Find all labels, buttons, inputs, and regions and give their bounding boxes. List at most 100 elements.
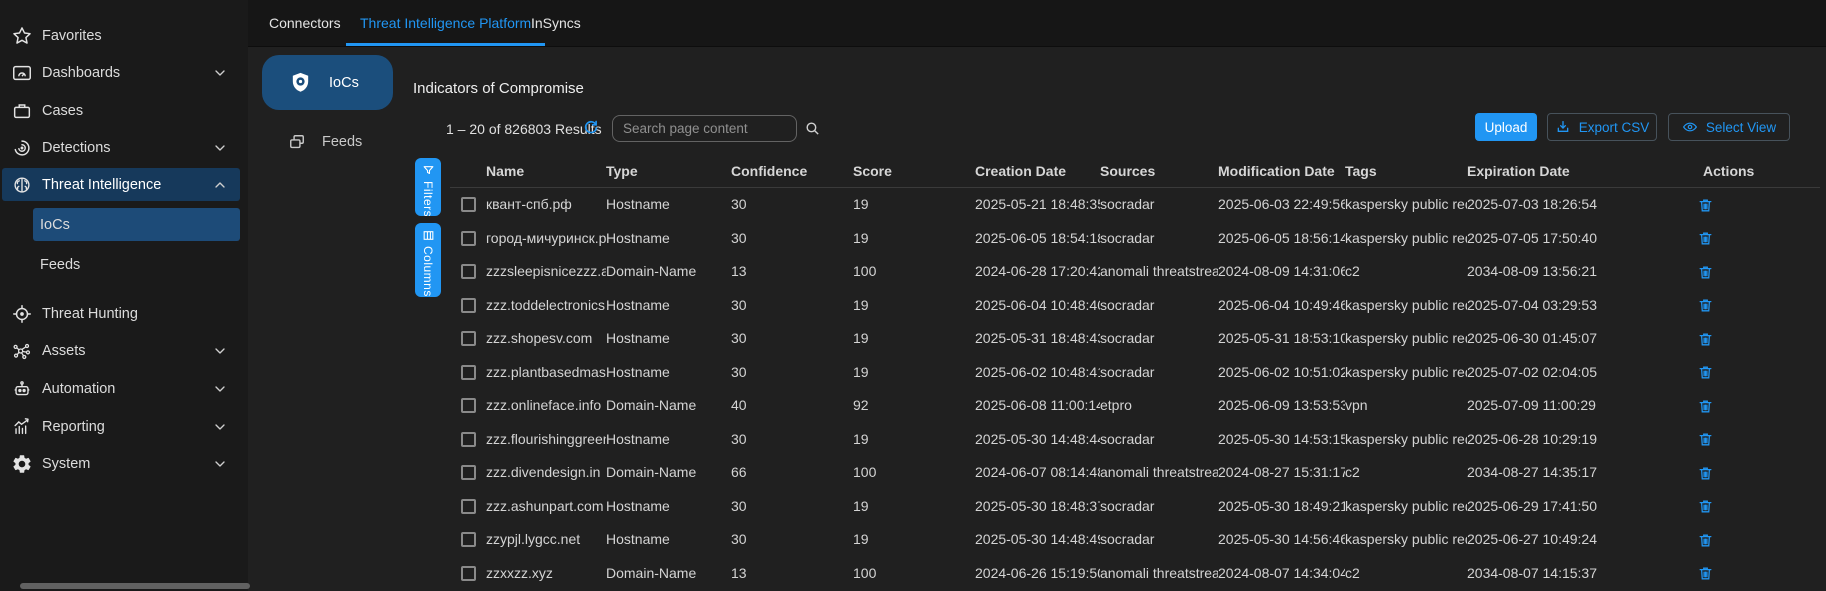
horizontal-scrollbar[interactable] [20,583,250,589]
cell-confidence: 30 [731,188,853,222]
row-checkbox[interactable] [461,231,476,246]
cell-tags: c2 [1345,456,1467,490]
row-checkbox[interactable] [461,532,476,547]
columns-rail-button[interactable]: Columns [415,223,441,297]
upload-button[interactable]: Upload [1475,113,1537,141]
cell-creation-date: 2025-05-30 18:48:37 [975,490,1100,524]
delete-icon[interactable] [1697,297,1715,315]
cell-modification-date: 2025-05-30 14:53:15 [1218,423,1345,457]
sidebar-item-reporting[interactable]: Reporting [2,410,240,443]
table-row[interactable]: город-мичуринск.рф Hostname 30 19 2025-0… [450,222,1820,256]
table-row[interactable]: квант-спб.рф Hostname 30 19 2025-05-21 1… [450,188,1820,222]
delete-icon[interactable] [1697,263,1715,281]
filters-rail-label: Filters [421,181,435,216]
delete-icon[interactable] [1697,230,1715,248]
sidebar-item-detections[interactable]: Detections [2,131,240,164]
table-row[interactable]: zzypjl.lygcc.net Hostname 30 19 2025-05-… [450,523,1820,557]
row-checkbox[interactable] [461,365,476,380]
delete-icon[interactable] [1697,531,1715,549]
header-score: Score [853,155,975,187]
sidebar-subitem-iocs[interactable]: IoCs [33,208,240,241]
cell-name: zzz.flourishinggreens [486,423,606,457]
table-row[interactable]: zzz.flourishinggreens Hostname 30 19 202… [450,423,1820,457]
export-csv-button[interactable]: Export CSV [1547,113,1657,141]
table-row[interactable]: zzz.divendesign.in Domain-Name 66 100 20… [450,456,1820,490]
delete-icon[interactable] [1697,196,1715,214]
row-checkbox[interactable] [461,398,476,413]
cell-score: 100 [853,557,975,591]
row-checkbox[interactable] [461,197,476,212]
page-title: Indicators of Compromise [413,80,584,97]
chevron-down-icon [212,140,228,156]
cell-expiration-date: 2025-06-30 01:45:07 [1467,322,1637,356]
delete-icon[interactable] [1697,397,1715,415]
cell-modification-date: 2025-06-03 22:49:56 [1218,188,1345,222]
table-row[interactable]: zzz.toddelectronics.c Hostname 30 19 202… [450,289,1820,323]
cell-tags: kaspersky public requ [1345,222,1467,256]
cell-tags: kaspersky public requ [1345,423,1467,457]
table-row[interactable]: zzz.ashunpart.com Hostname 30 19 2025-05… [450,490,1820,524]
row-checkbox[interactable] [461,499,476,514]
cell-score: 100 [853,456,975,490]
table-row[interactable]: zzz.shopesv.com Hostname 30 19 2025-05-3… [450,322,1820,356]
sidebar-item-label: Favorites [42,28,102,44]
row-checkbox[interactable] [461,465,476,480]
subnav-item-iocs[interactable]: IoCs [262,55,393,110]
delete-icon[interactable] [1697,364,1715,382]
sidebar-subitem-label: Feeds [40,257,80,273]
refresh-icon[interactable] [582,119,600,137]
row-checkbox[interactable] [461,566,476,581]
table-row[interactable]: zzzsleepisnicezzz.ar Domain-Name 13 100 … [450,255,1820,289]
sidebar-item-label: Automation [42,381,115,397]
results-count: 1 – 20 of 826803 Results [446,121,602,137]
row-checkbox[interactable] [461,331,476,346]
row-checkbox[interactable] [461,432,476,447]
sidebar-item-assets[interactable]: Assets [2,334,240,367]
cell-creation-date: 2025-05-30 14:48:49 [975,523,1100,557]
cell-type: Hostname [606,423,731,457]
cell-type: Hostname [606,188,731,222]
sidebar-item-label: Dashboards [42,65,120,81]
search-input[interactable] [613,121,804,136]
tab-insyncs[interactable]: InSyncs [531,0,581,46]
cell-creation-date: 2025-06-02 10:48:41 [975,356,1100,390]
search-icon[interactable] [804,120,821,137]
sidebar-item-cases[interactable]: Cases [2,94,240,127]
delete-icon[interactable] [1697,330,1715,348]
tab-threat-intelligence-platform[interactable]: Threat Intelligence Platform [346,0,545,46]
select-view-button[interactable]: Select View [1668,113,1790,141]
sidebar-item-favorites[interactable]: Favorites [2,19,240,52]
cell-creation-date: 2024-06-28 17:20:42 [975,255,1100,289]
cell-name: zzz.onlineface.info [486,389,606,423]
tab-connectors[interactable]: Connectors [269,0,341,46]
sidebar-item-dashboards[interactable]: Dashboards [2,56,240,89]
cell-sources: anomali threatstream [1100,557,1218,591]
subnav-item-feeds[interactable]: Feeds [287,125,362,159]
cell-confidence: 40 [731,389,853,423]
sidebar-item-system[interactable]: System [2,447,240,480]
cell-expiration-date: 2025-07-02 02:04:05 [1467,356,1637,390]
table-row[interactable]: zzxxzz.xyz Domain-Name 13 100 2024-06-26… [450,557,1820,591]
sidebar-subitem-feeds[interactable]: Feeds [33,248,240,281]
filters-rail-button[interactable]: Filters [415,158,441,216]
cell-name: zzxxzz.xyz [486,557,606,591]
cell-sources: socradar [1100,490,1218,524]
row-checkbox[interactable] [461,264,476,279]
sidebar-item-threat-hunting[interactable]: Threat Hunting [2,297,240,330]
sidebar-item-threat-intelligence[interactable]: Threat Intelligence [2,168,240,201]
delete-icon[interactable] [1697,565,1715,583]
cell-creation-date: 2025-06-08 11:00:14 [975,389,1100,423]
delete-icon[interactable] [1697,498,1715,516]
table-row[interactable]: zzz.onlineface.info Domain-Name 40 92 20… [450,389,1820,423]
cell-expiration-date: 2034-08-09 13:56:21 [1467,255,1637,289]
delete-icon[interactable] [1697,431,1715,449]
sidebar-item-label: System [42,456,90,472]
delete-icon[interactable] [1697,464,1715,482]
cell-sources: etpro [1100,389,1218,423]
robot-icon [11,378,33,400]
cell-name: zzz.shopesv.com [486,322,606,356]
sidebar-item-automation[interactable]: Automation [2,372,240,405]
cell-sources: socradar [1100,523,1218,557]
table-row[interactable]: zzz.plantbasedmaste Hostname 30 19 2025-… [450,356,1820,390]
row-checkbox[interactable] [461,298,476,313]
